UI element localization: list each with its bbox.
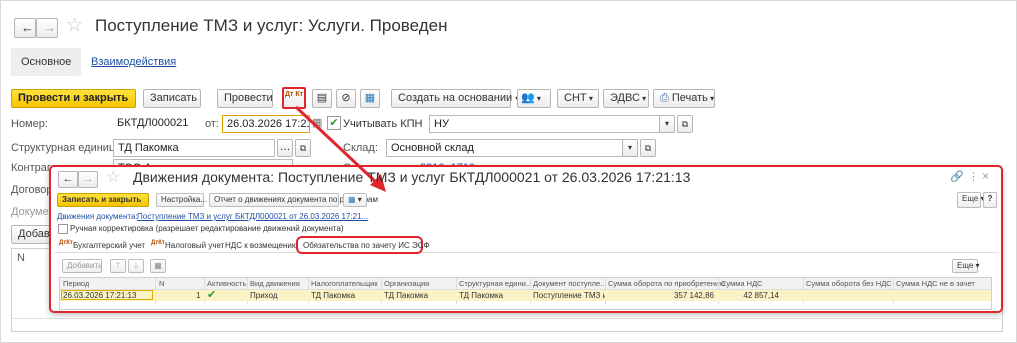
col-n[interactable]: N (159, 279, 164, 288)
create-based-label: Создать на основании (398, 92, 513, 104)
warehouse-dropdown[interactable]: ▾ (622, 139, 638, 157)
cell-org: ТД Пакомка (384, 291, 429, 300)
kpn-dropdown[interactable]: ▾ (659, 115, 675, 133)
cell-doc: Поступление ТМЗ и... (533, 291, 605, 300)
from-label: от: (205, 118, 219, 130)
print-label: Печать (671, 92, 708, 104)
col-org[interactable]: Организация (384, 279, 429, 288)
col-doc[interactable]: Документ поступле... (533, 279, 605, 288)
col-kind[interactable]: Вид движения (250, 279, 300, 288)
users-button[interactable]: 👥 ▾ (517, 89, 551, 108)
grid-icon: ▦ (154, 261, 162, 270)
tab-accounting[interactable]: Бухгалтерский учет (73, 241, 145, 250)
cell-period[interactable]: 26.03.2026 17:21:13 (63, 291, 136, 300)
paperclip-icon: ⊘ (341, 92, 351, 104)
mv-report-button[interactable]: Отчет о движениях документа по регистрам (209, 193, 378, 207)
col-vat[interactable]: Сумма НДС (721, 279, 763, 288)
snt-button[interactable]: СНТ ▾ (557, 89, 599, 108)
link-icon[interactable]: 🔗 (950, 170, 964, 183)
chevron-down-icon: ▾ (534, 94, 541, 103)
cell-vat: 42 857,14 (743, 291, 779, 300)
kpn-select[interactable]: НУ (429, 115, 675, 133)
back-button[interactable]: ← (14, 18, 36, 38)
mv-title: Движения документа: Поступление ТМЗ и ус… (133, 169, 691, 185)
mv-add-button[interactable]: Добавить (62, 259, 102, 273)
mv-doc-link-label: Движения документа: (57, 212, 138, 221)
chevron-down-icon: ▾ (586, 94, 593, 103)
post-and-close-button[interactable]: Провести и закрыть (11, 89, 136, 108)
mv-doc-link[interactable]: Поступление ТМЗ и услуг БКТДЛ000021 от 2… (137, 212, 368, 221)
mv-move-up-button[interactable]: 🡑 (110, 259, 126, 273)
col-vat-not-offset[interactable]: Сумма НДС не в зачет (896, 279, 975, 288)
col-sum-no-vat[interactable]: Сумма оборота без НДС (806, 279, 892, 288)
unit-field[interactable]: ТД Пакомка (113, 139, 275, 157)
mv-more-label: Еще (962, 194, 979, 203)
post-button[interactable]: Провести (217, 89, 273, 108)
forward-button[interactable]: → (36, 18, 58, 38)
mv-more2-label: Еще (957, 261, 974, 270)
edvs-label: ЭДВС (610, 92, 640, 104)
dtkt-tab-icon: ДтКт (151, 240, 165, 246)
cell-kind: Приход (250, 291, 278, 300)
tab-main-label: Основное (21, 56, 72, 68)
col-taxpayer[interactable]: Налогоплательщик (311, 279, 378, 288)
mv-more2-button[interactable]: Еще ▾ (952, 259, 980, 273)
kpn-open-button[interactable]: ⧉ (677, 115, 693, 133)
col-unit[interactable]: Структурная едини... (459, 279, 531, 288)
tab-tax[interactable]: Налоговый учет (165, 241, 224, 250)
chevron-down-icon: ▾ (707, 94, 715, 103)
check-icon[interactable]: ✔ (207, 288, 216, 301)
number-label: Номер: (11, 118, 48, 130)
goods-table-footer (11, 318, 1001, 319)
create-based-button[interactable]: Создать на основании ▾ (391, 89, 519, 108)
mv-tabs-line (55, 252, 999, 253)
col-sum-acq[interactable]: Сумма оборота по приобретению (608, 279, 725, 288)
save-button[interactable]: Записать (143, 89, 201, 108)
col-period[interactable]: Период (63, 279, 89, 288)
warehouse-field[interactable]: Основной склад (386, 139, 638, 157)
printer-icon: ⎙ (660, 92, 669, 104)
mv-move-down-button[interactable]: 🡓 (128, 259, 144, 273)
users-icon: 👥 (521, 92, 535, 104)
dtkt-tab-icon: ДтКт (59, 240, 73, 246)
manual-correction-checkbox[interactable] (58, 224, 68, 234)
page-title: Поступление ТМЗ и услуг: Услуги. Проведе… (95, 16, 448, 35)
register-icon: ▦ (348, 195, 356, 204)
favorite-star-icon[interactable]: ☆ (66, 14, 83, 37)
number-field[interactable]: БКТДЛ000021 (113, 115, 203, 133)
cell-sum-acq: 357 142,86 (673, 291, 714, 300)
cell-n: 1 (196, 291, 201, 300)
mv-register-button[interactable]: ▦ ▾ (343, 193, 367, 207)
tab-interactions[interactable]: Взаимодействия (91, 56, 176, 68)
arrow-up-icon: 🡑 (115, 261, 121, 270)
structure-icon: ▦ (364, 92, 376, 104)
tab-vat-refund[interactable]: НДС к возмещению (225, 241, 298, 250)
mv-settings-button[interactable]: Настройка... (156, 193, 207, 207)
snt-label: СНТ (564, 92, 587, 104)
unit-label: Структурная единица: (11, 142, 125, 154)
mv-help-button[interactable]: ? (983, 192, 997, 208)
mv-forward-button[interactable]: → (78, 171, 98, 188)
print-button[interactable]: ⎙ Печать ▾ (653, 89, 715, 108)
warehouse-open-button[interactable]: ⧉ (640, 139, 656, 157)
chevron-down-icon: ▾ (639, 94, 647, 103)
cell-unit: ТД Пакомка (459, 291, 504, 300)
tab-esf-label: Обязательства по зачету ИС ЭСФ (303, 241, 430, 250)
cell-taxpayer: ТД Пакомка (311, 291, 356, 300)
mv-back-button[interactable]: ← (58, 171, 78, 188)
close-icon[interactable]: × (982, 169, 989, 183)
edvs-button[interactable]: ЭДВС ▾ (603, 89, 649, 108)
mv-favorite-star-icon[interactable]: ☆ (106, 167, 120, 187)
col-active[interactable]: Активность (207, 279, 246, 288)
mv-save-close-button[interactable]: Записать и закрыть (57, 193, 149, 207)
more-vertical-icon[interactable]: ⋮ (968, 170, 979, 183)
mv-more-button[interactable]: Еще ▾ (957, 192, 985, 208)
mv-select-button[interactable]: ▦ (150, 259, 166, 273)
arrow-down-icon: 🡓 (133, 261, 139, 270)
list-icon: ▤ (316, 92, 328, 104)
dtkt-icon: Дт Кт (284, 91, 304, 98)
manual-correction-label: Ручная корректировка (разрешает редактир… (70, 224, 344, 233)
goods-table-n-header: N (17, 252, 25, 264)
